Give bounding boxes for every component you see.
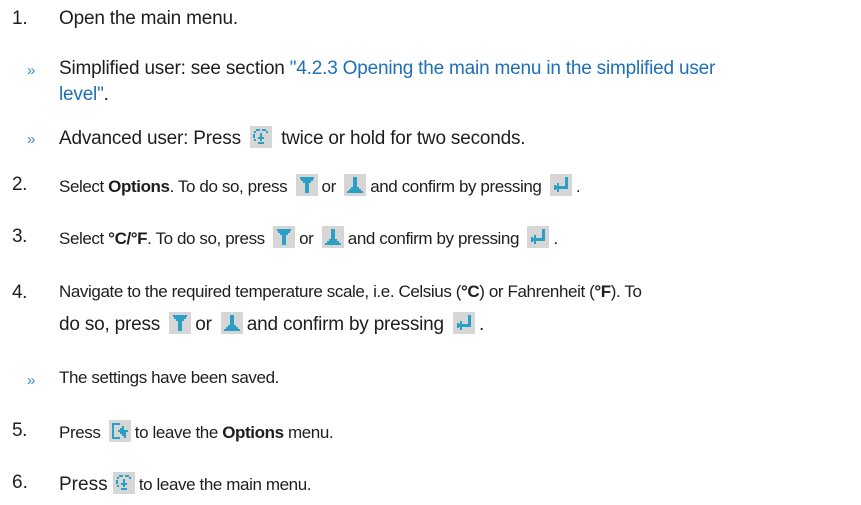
fahrenheit-label: °F <box>594 282 611 301</box>
step-text: to leave the <box>134 423 223 442</box>
step-text: . To do so, press <box>169 177 288 196</box>
step-text: . <box>479 314 485 335</box>
substep-simplified: Simplified user: see section "4.2.3 Open… <box>59 58 715 80</box>
step-text: and confirm by pressing <box>246 314 444 335</box>
step-number: 3. <box>12 226 28 247</box>
step-text: ) or Fahrenheit ( <box>479 282 595 301</box>
substep-text: The settings have been saved. <box>59 368 279 387</box>
substep-text: Advanced user: Press <box>59 128 241 149</box>
step-text: or <box>195 314 212 335</box>
step-text: do so, press <box>59 314 161 335</box>
step-text: or <box>299 229 314 248</box>
step-text: to leave the main menu. <box>138 475 312 494</box>
step-text: Press <box>59 423 101 442</box>
substep-saved: The settings have been saved. <box>59 368 279 388</box>
step-text: Navigate to the required temperature sca… <box>59 282 462 301</box>
step-number: 4. <box>12 282 28 303</box>
step-text: Open the main menu. <box>59 8 238 29</box>
down-arrow-icon <box>169 312 192 334</box>
step-4-line2: do so, press or and confirm by pressing … <box>59 312 484 336</box>
enter-icon <box>527 226 550 248</box>
step-text: Select <box>59 229 109 248</box>
step-number: 6. <box>12 472 28 493</box>
menu-option-label: Options <box>108 177 170 196</box>
step-number: 1. <box>12 8 28 29</box>
substep-advanced: Advanced user: Press twice or hold for t… <box>59 126 526 150</box>
up-arrow-icon <box>344 174 367 196</box>
enter-icon <box>549 174 572 196</box>
step-number: 2. <box>12 174 28 195</box>
step-number: 5. <box>12 420 28 441</box>
substep-simplified-line2: level". <box>59 84 109 106</box>
down-arrow-icon <box>273 226 296 248</box>
substep-text: . <box>103 84 109 105</box>
step-text: Press <box>59 474 108 495</box>
step-text: ). To <box>610 282 642 301</box>
step-text: menu. <box>283 423 334 442</box>
bullet-icon: » <box>27 372 36 389</box>
back-icon <box>108 420 131 442</box>
section-link-cont[interactable]: level" <box>59 84 104 105</box>
up-arrow-icon <box>321 226 344 248</box>
step-text: and confirm by pressing <box>347 229 520 248</box>
enter-icon <box>453 312 475 334</box>
up-arrow-icon <box>220 312 243 334</box>
step-text: . <box>553 229 558 248</box>
step-text: . <box>575 177 581 196</box>
bullet-icon: » <box>27 62 36 79</box>
menu-option-label: Options <box>222 423 284 442</box>
step-text: and confirm by pressing <box>370 177 542 196</box>
main-menu-icon <box>249 126 272 148</box>
main-menu-icon <box>112 472 135 494</box>
bullet-icon: » <box>27 131 36 148</box>
step-text: Select <box>59 177 109 196</box>
step-text: or <box>321 177 337 196</box>
step-text: . To do so, press <box>147 229 265 248</box>
celsius-label: °C <box>461 282 480 301</box>
down-arrow-icon <box>295 174 318 196</box>
section-link[interactable]: "4.2.3 Opening the main menu in the simp… <box>290 58 716 79</box>
substep-text: Simplified user: see section <box>59 58 290 79</box>
substep-text: twice or hold for two seconds. <box>281 128 526 149</box>
menu-option-label: °C/°F <box>108 229 148 248</box>
